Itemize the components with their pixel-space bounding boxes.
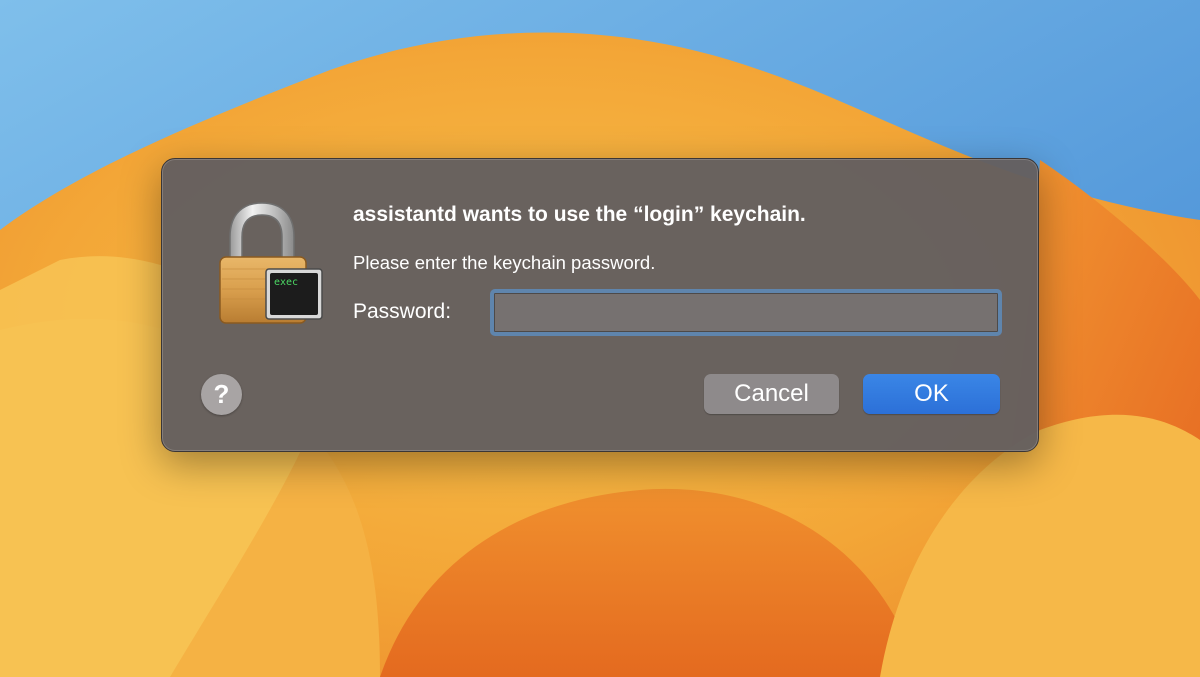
- password-field[interactable]: [490, 289, 1002, 336]
- help-button[interactable]: ?: [201, 374, 242, 415]
- dialog-title: assistantd wants to use the “login” keyc…: [353, 203, 806, 226]
- ok-button[interactable]: OK: [863, 374, 1000, 414]
- cancel-button[interactable]: Cancel: [704, 374, 839, 414]
- exec-badge-text: exec: [274, 277, 298, 288]
- question-mark-icon: ?: [213, 379, 230, 409]
- keychain-password-dialog: exec assistantd wants to use the “login”…: [161, 158, 1039, 452]
- desktop: exec assistantd wants to use the “login”…: [0, 0, 1200, 677]
- keychain-lock-icon: exec: [210, 199, 326, 325]
- password-label: Password:: [353, 300, 452, 323]
- dialog-message: Please enter the keychain password.: [353, 252, 656, 273]
